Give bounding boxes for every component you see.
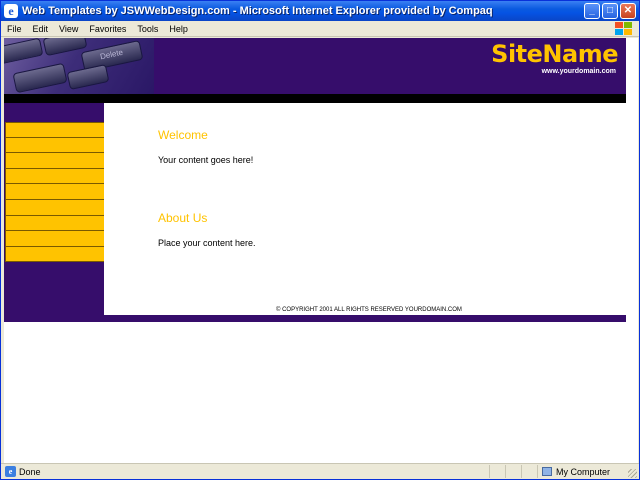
menu-view[interactable]: View <box>59 24 78 34</box>
about-text: Place your content here. <box>158 238 256 248</box>
nav-item[interactable] <box>5 122 112 138</box>
window-title: Web Templates by JSWWebDesign.com - Micr… <box>22 5 493 17</box>
menu-bar: File Edit View Favorites Tools Help <box>1 21 639 37</box>
nav-item[interactable] <box>5 168 112 185</box>
nav-item[interactable] <box>5 246 112 263</box>
welcome-heading: Welcome <box>158 128 208 142</box>
sidebar-nav <box>5 122 112 263</box>
header-divider <box>4 94 626 103</box>
minimize-button[interactable]: _ <box>584 3 600 19</box>
browser-window: e Web Templates by JSWWebDesign.com - Mi… <box>0 0 640 480</box>
title-bar[interactable]: e Web Templates by JSWWebDesign.com - Mi… <box>1 1 639 21</box>
footer-bar <box>4 315 626 322</box>
site-name-logo[interactable]: SiteName <box>491 40 618 68</box>
welcome-text: Your content goes here! <box>158 155 254 165</box>
about-heading: About Us <box>158 211 208 225</box>
page-done-icon: e <box>5 466 16 477</box>
page-viewport[interactable]: Delete SiteName www.yourdomain.com Welco… <box>4 38 638 463</box>
my-computer-icon <box>542 467 552 476</box>
window-controls: _ □ ✕ <box>584 3 636 19</box>
keyboard-image: Delete <box>4 38 154 94</box>
menu-file[interactable]: File <box>7 24 22 34</box>
windows-logo-icon <box>613 22 633 36</box>
resize-grip[interactable] <box>628 469 637 478</box>
site-header: Delete SiteName www.yourdomain.com <box>4 38 626 94</box>
zone-label: My Computer <box>556 466 611 477</box>
sidebar <box>4 103 112 315</box>
site-domain: www.yourdomain.com <box>541 68 616 75</box>
menu-tools[interactable]: Tools <box>137 24 158 34</box>
menu-help[interactable]: Help <box>169 24 188 34</box>
close-button[interactable]: ✕ <box>620 3 636 19</box>
status-bar: e Done My Computer <box>1 463 639 479</box>
nav-item[interactable] <box>5 215 112 232</box>
copyright-notice: © COPYRIGHT 2001 ALL RIGHTS RESERVED YOU… <box>276 307 462 313</box>
menu-edit[interactable]: Edit <box>33 24 49 34</box>
nav-item[interactable] <box>5 199 112 216</box>
nav-item[interactable] <box>5 153 112 169</box>
status-text: Done <box>19 466 41 477</box>
nav-item[interactable] <box>5 184 112 200</box>
maximize-button[interactable]: □ <box>602 3 618 19</box>
ie-icon: e <box>4 4 18 18</box>
nav-item[interactable] <box>5 231 112 247</box>
menu-favorites[interactable]: Favorites <box>89 24 126 34</box>
security-zone[interactable]: My Computer <box>537 465 625 478</box>
status-panes <box>489 465 537 478</box>
nav-item[interactable] <box>5 137 112 154</box>
main-content: Welcome Your content goes here! About Us… <box>104 103 626 315</box>
scrollbar[interactable] <box>626 38 638 463</box>
